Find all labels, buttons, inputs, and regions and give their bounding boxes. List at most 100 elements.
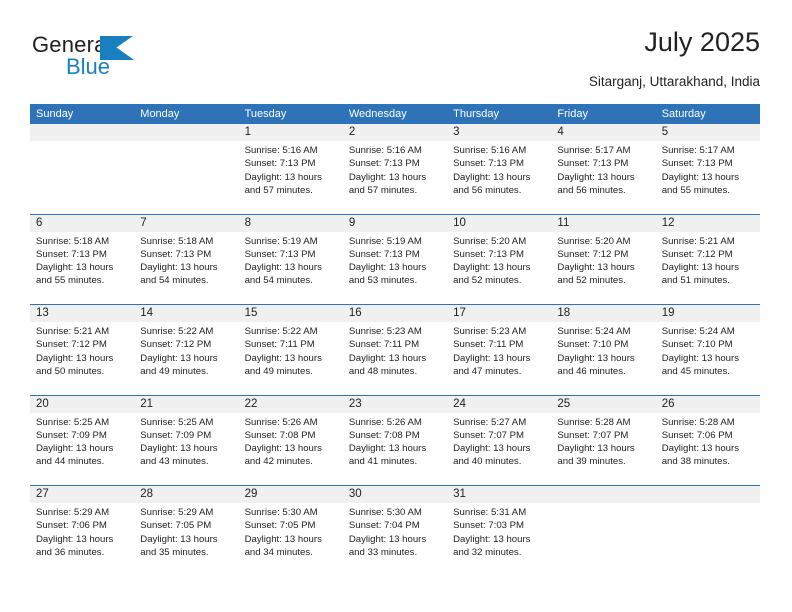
day-number: 20 [30, 395, 135, 413]
sunrise-text: Sunrise: 5:29 AM [140, 507, 214, 518]
day-number: 28 [134, 486, 239, 503]
calendar-day-cell[interactable]: 26 Sunrise: 5:28 AM Sunset: 7:06 PM Dayligh… [655, 395, 760, 486]
calendar-day-cell[interactable]: 30 Sunrise: 5:30 AM Sunset: 7:04 PM Dayligh… [342, 486, 448, 577]
calendar-day-cell[interactable]: 20 Sunrise: 5:25 AM Sunset: 7:09 PM Dayligh… [30, 395, 135, 486]
sunset-text: Sunset: 7:13 PM [348, 158, 420, 170]
calendar-day-cell[interactable]: 19 Sunrise: 5:24 AM Sunset: 7:10 PM Dayligh… [655, 305, 760, 395]
calendar-day-cell[interactable]: 1 Sunrise: 5:16 AM Sunset: 7:13 PM Daylight… [238, 124, 343, 214]
calendar-day-cell-empty [551, 486, 656, 577]
day-sun-info: Sunrise: 5:22 AM Sunset: 7:11 PM Daylight:… [239, 322, 343, 378]
sunrise-text: Sunrise: 5:16 AM [453, 145, 527, 156]
weekday-header-tuesday: Tuesday [244, 108, 287, 120]
day-number: 13 [30, 305, 135, 322]
day-sun-info: Sunrise: 5:16 AM Sunset: 7:13 PM Daylight:… [447, 141, 551, 197]
calendar-day-cell[interactable]: 17 Sunrise: 5:23 AM Sunset: 7:11 PM Dayligh… [447, 305, 552, 395]
sunrise-text: Sunrise: 5:21 AM [36, 326, 110, 337]
daylight-text: Daylight: 13 hours and 33 minutes. [348, 533, 427, 558]
day-number: 25 [551, 395, 656, 413]
sunrise-text: Sunrise: 5:26 AM [244, 416, 318, 428]
calendar-day-cell[interactable]: 12 Sunrise: 5:21 AM Sunset: 7:12 PM Dayligh… [655, 214, 760, 305]
sunset-text: Sunset: 7:07 PM [557, 429, 629, 441]
calendar-day-cell[interactable]: 14 Sunrise: 5:22 AM Sunset: 7:12 PM Dayligh… [134, 305, 239, 395]
day-number [551, 486, 656, 503]
location-subtitle: Sitarganj, Uttarakhand, India [588, 74, 760, 89]
calendar-day-cell[interactable]: 31 Sunrise: 5:31 AM Sunset: 7:03 PM Dayligh… [447, 486, 552, 577]
calendar-week-row: 13 Sunrise: 5:21 AM Sunset: 7:12 PM Dayligh… [30, 305, 760, 396]
sunrise-text: Sunrise: 5:19 AM [244, 235, 318, 247]
calendar-day-cell[interactable]: 25 Sunrise: 5:28 AM Sunset: 7:07 PM Dayligh… [551, 395, 656, 486]
daylight-text: Daylight: 13 hours and 57 minutes. [244, 171, 322, 196]
sunrise-text: Sunrise: 5:30 AM [244, 507, 318, 518]
sunrise-text: Sunrise: 5:25 AM [140, 416, 214, 428]
sunset-text: Sunset: 7:11 PM [348, 339, 420, 351]
day-sun-info: Sunrise: 5:29 AM Sunset: 7:05 PM Daylight:… [134, 503, 238, 559]
daylight-text: Daylight: 13 hours and 48 minutes. [348, 352, 427, 377]
sunrise-text: Sunrise: 5:18 AM [36, 235, 110, 247]
day-number: 27 [30, 486, 135, 503]
day-number: 19 [655, 305, 760, 322]
day-number: 30 [342, 486, 448, 503]
calendar-day-cell[interactable]: 27 Sunrise: 5:29 AM Sunset: 7:06 PM Dayligh… [30, 486, 135, 577]
day-sun-info: Sunrise: 5:30 AM Sunset: 7:05 PM Daylight:… [239, 503, 343, 559]
calendar-day-cell[interactable]: 4 Sunrise: 5:17 AM Sunset: 7:13 PM Daylight… [551, 124, 656, 214]
calendar-day-cell[interactable]: 2 Sunrise: 5:16 AM Sunset: 7:13 PM Daylight… [342, 124, 448, 214]
calendar-day-cell[interactable]: 10 Sunrise: 5:20 AM Sunset: 7:13 PM Dayligh… [447, 214, 552, 305]
calendar-week-row: 1 Sunrise: 5:16 AM Sunset: 7:13 PM Daylight… [30, 124, 760, 215]
sunset-text: Sunset: 7:13 PM [244, 248, 316, 260]
sunset-text: Sunset: 7:08 PM [244, 429, 316, 441]
calendar-day-cell[interactable]: 18 Sunrise: 5:24 AM Sunset: 7:10 PM Dayligh… [551, 305, 656, 395]
sunset-text: Sunset: 7:13 PM [453, 158, 525, 170]
sunset-text: Sunset: 7:09 PM [140, 429, 212, 441]
sunset-text: Sunset: 7:06 PM [36, 520, 107, 532]
daylight-text: Daylight: 13 hours and 49 minutes. [244, 352, 322, 377]
daylight-text: Daylight: 13 hours and 52 minutes. [557, 262, 635, 287]
day-number: 31 [447, 486, 552, 503]
calendar-day-cell[interactable]: 3 Sunrise: 5:16 AM Sunset: 7:13 PM Daylight… [447, 124, 552, 214]
calendar-day-cell[interactable]: 7 Sunrise: 5:18 AM Sunset: 7:13 PM Daylight… [134, 214, 239, 305]
sunrise-text: Sunrise: 5:24 AM [661, 326, 735, 337]
sunset-text: Sunset: 7:07 PM [453, 429, 525, 441]
calendar-day-cell[interactable]: 21 Sunrise: 5:25 AM Sunset: 7:09 PM Dayligh… [134, 395, 239, 486]
calendar-week-row: 27 Sunrise: 5:29 AM Sunset: 7:06 PM Dayligh… [30, 486, 760, 577]
sunset-text: Sunset: 7:12 PM [140, 339, 212, 351]
sunset-text: Sunset: 7:13 PM [453, 248, 525, 260]
calendar-day-cell[interactable]: 24 Sunrise: 5:27 AM Sunset: 7:07 PM Dayligh… [447, 395, 552, 486]
sunrise-text: Sunrise: 5:16 AM [348, 145, 422, 156]
calendar-day-cell[interactable]: 11 Sunrise: 5:20 AM Sunset: 7:12 PM Dayligh… [551, 214, 656, 305]
daylight-text: Daylight: 13 hours and 43 minutes. [140, 443, 218, 468]
sunset-text: Sunset: 7:04 PM [348, 520, 420, 532]
calendar-day-cell[interactable]: 9 Sunrise: 5:19 AM Sunset: 7:13 PM Daylight… [342, 214, 448, 305]
calendar-day-cell[interactable]: 29 Sunrise: 5:30 AM Sunset: 7:05 PM Dayligh… [238, 486, 343, 577]
day-sun-info: Sunrise: 5:20 AM Sunset: 7:12 PM Daylight:… [551, 232, 655, 288]
calendar-day-cell[interactable]: 28 Sunrise: 5:29 AM Sunset: 7:05 PM Dayligh… [134, 486, 239, 577]
page-header: General Blue July 2025 Sitarganj, Uttara… [30, 26, 760, 96]
calendar-day-cell-empty [134, 124, 239, 214]
calendar-day-cell[interactable]: 22 Sunrise: 5:26 AM Sunset: 7:08 PM Dayligh… [238, 395, 343, 486]
sunrise-text: Sunrise: 5:26 AM [348, 416, 422, 428]
day-sun-info: Sunrise: 5:16 AM Sunset: 7:13 PM Daylight:… [239, 141, 343, 197]
day-number: 18 [551, 305, 656, 322]
daylight-text: Daylight: 13 hours and 56 minutes. [557, 171, 635, 196]
sunset-text: Sunset: 7:13 PM [140, 248, 212, 260]
calendar-day-cell[interactable]: 16 Sunrise: 5:23 AM Sunset: 7:11 PM Dayligh… [342, 305, 448, 395]
general-blue-logo[interactable]: General Blue [32, 32, 192, 88]
weekday-header-sunday: Sunday [36, 108, 74, 120]
sunset-text: Sunset: 7:12 PM [661, 248, 733, 260]
day-number: 9 [342, 214, 448, 232]
calendar-day-cell[interactable]: 6 Sunrise: 5:18 AM Sunset: 7:13 PM Daylight… [30, 214, 135, 305]
weekday-header-monday: Monday [140, 108, 180, 120]
day-sun-info: Sunrise: 5:23 AM Sunset: 7:11 PM Daylight:… [447, 322, 551, 378]
calendar-day-cell[interactable]: 13 Sunrise: 5:21 AM Sunset: 7:12 PM Dayligh… [30, 305, 135, 395]
calendar-week-row: 20 Sunrise: 5:25 AM Sunset: 7:09 PM Dayligh… [30, 395, 760, 486]
sunrise-text: Sunrise: 5:17 AM [557, 145, 631, 156]
calendar-day-cell[interactable]: 15 Sunrise: 5:22 AM Sunset: 7:11 PM Dayligh… [238, 305, 343, 395]
calendar-day-cell[interactable]: 5 Sunrise: 5:17 AM Sunset: 7:13 PM Daylight… [655, 124, 760, 214]
daylight-text: Daylight: 13 hours and 41 minutes. [348, 443, 427, 468]
sunrise-text: Sunrise: 5:16 AM [244, 145, 318, 156]
day-number [134, 124, 239, 141]
calendar-day-cell[interactable]: 23 Sunrise: 5:26 AM Sunset: 7:08 PM Dayligh… [342, 395, 448, 486]
daylight-text: Daylight: 13 hours and 35 minutes. [140, 533, 218, 558]
sunset-text: Sunset: 7:10 PM [661, 339, 733, 351]
calendar-day-cell[interactable]: 8 Sunrise: 5:19 AM Sunset: 7:13 PM Daylight… [238, 214, 343, 305]
sunrise-text: Sunrise: 5:18 AM [140, 235, 214, 247]
